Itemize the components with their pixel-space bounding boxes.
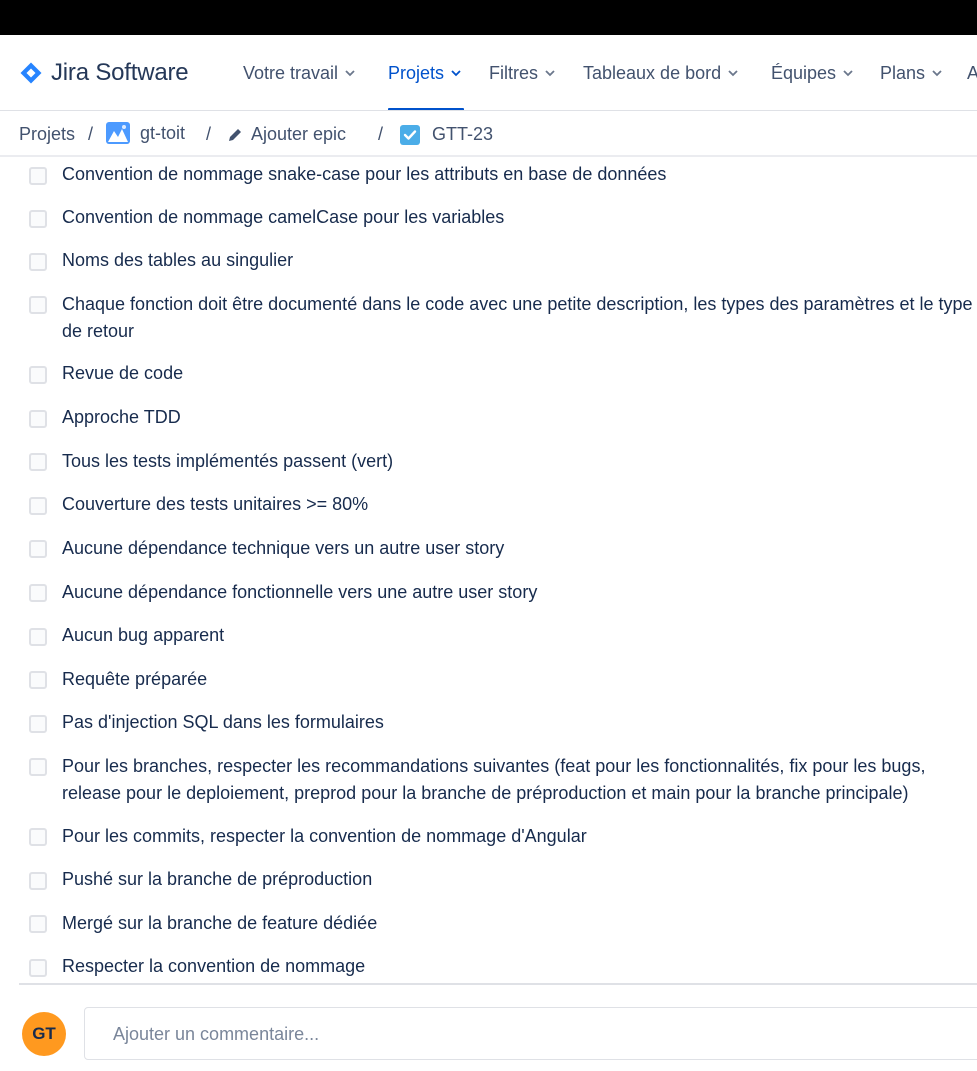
breadcrumb-issue: GTT-23: [432, 124, 494, 144]
nav-plans[interactable]: Plans: [880, 35, 943, 110]
nav-label: Filtres: [489, 62, 538, 83]
checklist-item-label: Noms des tables au singulier: [62, 250, 294, 270]
checklist-checkbox[interactable]: [29, 497, 47, 515]
nav-votre-travail[interactable]: Votre travail: [243, 35, 356, 110]
checklist-checkbox[interactable]: [29, 366, 47, 384]
breadcrumb-issue-link[interactable]: GTT-23: [400, 124, 493, 145]
checklist-checkbox[interactable]: [29, 715, 47, 733]
jira-logo[interactable]: Jira Software: [19, 59, 189, 87]
top-navigation: Jira Software Votre travail Projets Filt…: [0, 35, 977, 111]
checklist-item-label: Pushé sur la branche de préproduction: [62, 869, 373, 889]
user-avatar[interactable]: GT: [22, 1012, 66, 1056]
nav-label: Votre travail: [243, 62, 339, 83]
checklist-checkbox[interactable]: [29, 253, 47, 271]
breadcrumb-epic: Ajouter epic: [251, 124, 347, 144]
project-avatar-icon: [106, 122, 130, 144]
checklist-item-label: Tous les tests implémentés passent (vert…: [62, 451, 394, 471]
checklist-item-label: Respecter la convention de nommage: [62, 956, 366, 976]
task-checkbox-icon: [400, 124, 420, 145]
breadcrumb-project: gt-toit: [140, 122, 186, 143]
checklist-checkbox[interactable]: [29, 296, 47, 314]
checklist-item-label: Convention de nommage snake-case pour le…: [62, 164, 667, 184]
checklist-item-label: Chaque fonction doit être documenté dans…: [62, 294, 973, 341]
chevron-down-icon: [545, 70, 555, 77]
checklist-checkbox[interactable]: [29, 410, 47, 428]
breadcrumb-separator: /: [378, 124, 384, 144]
nav-label: Plans: [880, 62, 926, 83]
checklist-checkbox[interactable]: [29, 915, 47, 933]
breadcrumb-project-link[interactable]: gt-toit: [106, 122, 185, 144]
checklist-item-label: Revue de code: [62, 363, 184, 383]
checklist-item-label: Pour les branches, respecter les recomma…: [62, 756, 926, 803]
checklist-item-label: Couverture des tests unitaires >= 80%: [62, 494, 369, 514]
browser-top-bar: [0, 0, 977, 35]
breadcrumb: Projets / gt-toit / Ajouter epic / GTT-2…: [0, 111, 977, 157]
breadcrumb-separator: /: [206, 124, 212, 144]
checklist-checkbox[interactable]: [29, 828, 47, 846]
nav-projets[interactable]: Projets: [388, 35, 464, 110]
comment-divider: [19, 983, 977, 985]
comment-placeholder: Ajouter un commentaire...: [113, 1024, 320, 1044]
nav-label: Projets: [388, 62, 445, 83]
chevron-down-icon: [451, 70, 461, 77]
nav-label: Équipes: [771, 62, 837, 83]
nav-tableaux-de-bord[interactable]: Tableaux de bord: [583, 35, 739, 110]
checklist-checkbox[interactable]: [29, 872, 47, 890]
nav-filtres[interactable]: Filtres: [489, 35, 556, 110]
checklist-item-label: Requête préparée: [62, 669, 208, 689]
checklist-checkbox[interactable]: [29, 540, 47, 558]
chevron-down-icon: [345, 70, 355, 77]
checklist-checkbox[interactable]: [29, 959, 47, 977]
checklist-item-label: Aucune dépendance fonctionnelle vers une…: [62, 582, 538, 602]
checklist-checkbox[interactable]: [29, 584, 47, 602]
checklist-checkbox[interactable]: [29, 210, 47, 228]
checklist-checkbox[interactable]: [29, 758, 47, 776]
checklist-item-label: Pas d'injection SQL dans les formulaires: [62, 712, 384, 732]
nav-label: Tableaux de bord: [583, 62, 722, 83]
nav-equipes[interactable]: Équipes: [771, 35, 854, 110]
checklist: Convention de nommage snake-case pour le…: [0, 157, 977, 983]
breadcrumb-separator: /: [88, 124, 94, 144]
checklist-item-label: Convention de nommage camelCase pour les…: [62, 207, 505, 227]
breadcrumb-epic-link[interactable]: Ajouter epic: [227, 124, 346, 145]
chevron-down-icon: [843, 70, 853, 77]
checklist-checkbox[interactable]: [29, 628, 47, 646]
checklist-checkbox[interactable]: [29, 167, 47, 185]
nav-label: A: [967, 63, 977, 84]
chevron-down-icon: [728, 70, 738, 77]
checklist-checkbox[interactable]: [29, 453, 47, 471]
logo-text: Jira Software: [51, 59, 189, 86]
checklist-item-label: Aucune dépendance technique vers un autr…: [62, 538, 505, 558]
checklist-item-label: Mergé sur la branche de feature dédiée: [62, 913, 378, 933]
checklist-item-label: Aucun bug apparent: [62, 625, 225, 645]
nav-truncated-item[interactable]: A: [967, 35, 977, 110]
checklist-checkbox[interactable]: [29, 671, 47, 689]
checklist-item-label: Approche TDD: [62, 407, 181, 427]
pencil-icon: [229, 128, 241, 141]
jira-diamond-icon: [20, 62, 42, 84]
breadcrumb-projects[interactable]: Projets: [19, 124, 75, 145]
checklist-item-label: Pour les commits, respecter la conventio…: [62, 826, 587, 846]
comment-input[interactable]: Ajouter un commentaire...: [84, 1007, 977, 1060]
chevron-down-icon: [932, 70, 942, 77]
